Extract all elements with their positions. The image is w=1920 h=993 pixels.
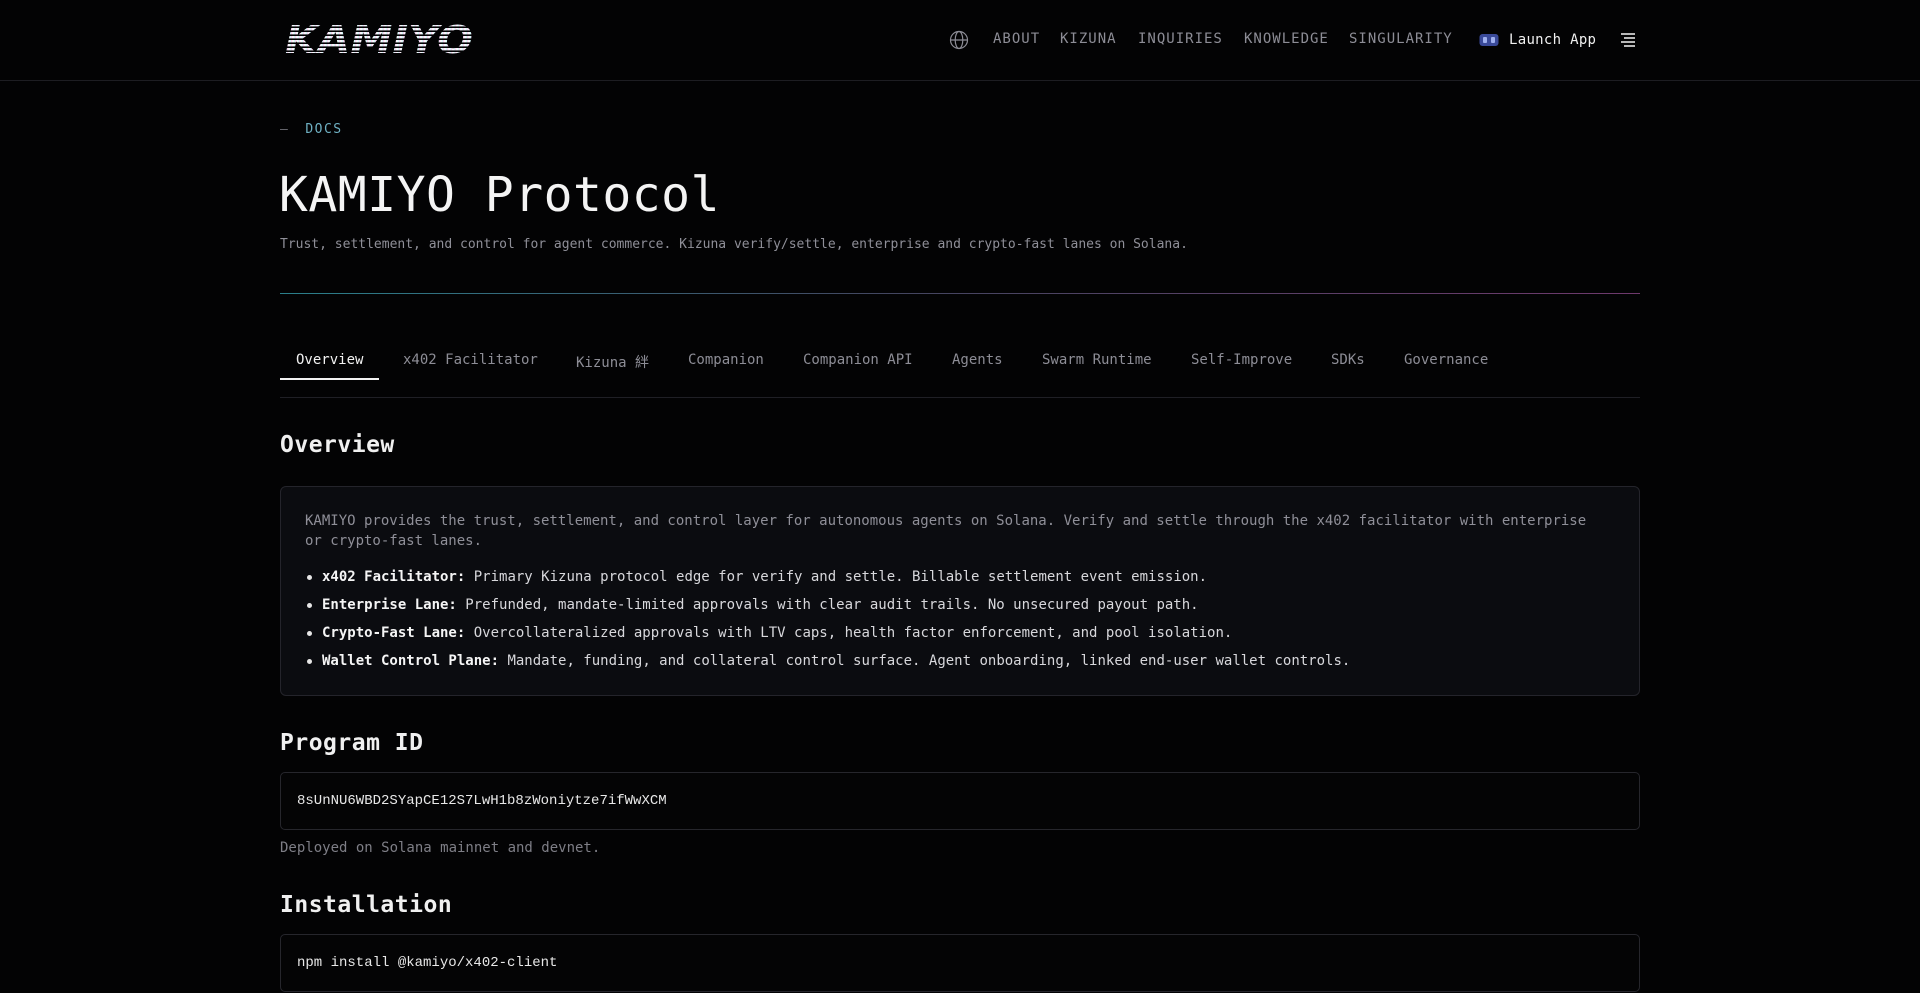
page-subtitle: Trust, settlement, and control for agent…: [280, 237, 1188, 252]
tab-governance[interactable]: Governance: [1404, 352, 1488, 368]
list-item: Crypto-Fast Lane: Overcollateralized app…: [305, 623, 1615, 651]
feature-list: x402 Facilitator: Primary Kizuna protoco…: [305, 567, 1615, 679]
feature-text: Overcollateralized approvals with LTV ca…: [473, 625, 1233, 641]
doc-tabs: Overview x402 Facilitator Kizuna 絆 Compa…: [280, 342, 1640, 398]
nav-kizuna[interactable]: KIZUNA: [1060, 31, 1117, 47]
feature-label: x402 Facilitator:: [322, 569, 466, 585]
launch-app-button[interactable]: Launch App: [1479, 29, 1596, 51]
page-title: KAMIYO Protocol: [279, 167, 720, 223]
breadcrumb-dash: —: [280, 122, 290, 137]
feature-label: Wallet Control Plane:: [322, 653, 500, 669]
gradient-divider: [280, 293, 1640, 294]
feature-text: Prefunded, mandate-limited approvals wit…: [465, 597, 1199, 613]
menu-icon[interactable]: [1619, 31, 1637, 49]
nav-knowledge[interactable]: KNOWLEDGE: [1244, 31, 1329, 47]
tab-self-improve[interactable]: Self-Improve: [1191, 352, 1292, 368]
feature-label: Enterprise Lane:: [322, 597, 457, 613]
program-id-heading: Program ID: [280, 730, 424, 756]
overview-card: KAMIYO provides the trust, settlement, a…: [280, 486, 1640, 696]
tab-x402-facilitator[interactable]: x402 Facilitator: [403, 352, 538, 368]
list-item: Enterprise Lane: Prefunded, mandate-limi…: [305, 595, 1615, 623]
overview-intro: KAMIYO provides the trust, settlement, a…: [305, 513, 1587, 549]
installation-heading: Installation: [280, 892, 453, 918]
feature-label: Crypto-Fast Lane:: [322, 625, 466, 641]
install-command-box[interactable]: npm install @kamiyo/x402-client: [280, 934, 1640, 992]
list-item: x402 Facilitator: Primary Kizuna protoco…: [305, 567, 1615, 595]
nav-about[interactable]: ABOUT: [993, 31, 1040, 47]
tab-swarm-runtime[interactable]: Swarm Runtime: [1042, 352, 1152, 368]
tab-kizuna[interactable]: Kizuna 絆: [576, 352, 649, 372]
list-item: Wallet Control Plane: Mandate, funding, …: [305, 651, 1615, 679]
feature-text: Mandate, funding, and collateral control…: [507, 653, 1351, 669]
nav-singularity[interactable]: SINGULARITY: [1349, 31, 1453, 47]
active-tab-indicator: [280, 378, 379, 380]
tab-companion[interactable]: Companion: [688, 352, 764, 368]
nav-inquiries[interactable]: INQUIRIES: [1138, 31, 1223, 47]
breadcrumb: — DOCS: [280, 122, 343, 137]
kamiyo-logo[interactable]: KAMIYO: [283, 20, 477, 58]
program-id-value[interactable]: 8sUnNU6WBD2SYapCE12S7LwH1b8zWoniytze7ifW…: [297, 793, 667, 809]
tab-sdks[interactable]: SDKs: [1331, 352, 1365, 368]
program-id-note: Deployed on Solana mainnet and devnet.: [280, 840, 601, 856]
globe-icon[interactable]: [949, 30, 969, 50]
wallet-icon: [1479, 34, 1499, 46]
breadcrumb-label[interactable]: DOCS: [305, 122, 342, 137]
launch-app-label: Launch App: [1509, 32, 1597, 48]
tab-agents[interactable]: Agents: [952, 352, 1003, 368]
overview-heading: Overview: [280, 432, 395, 458]
feature-text: Primary Kizuna protocol edge for verify …: [473, 569, 1208, 585]
svg-text:KAMIYO: KAMIYO: [285, 20, 473, 58]
program-id-box[interactable]: 8sUnNU6WBD2SYapCE12S7LwH1b8zWoniytze7ifW…: [280, 772, 1640, 830]
tab-companion-api[interactable]: Companion API: [803, 352, 913, 368]
tab-overview[interactable]: Overview: [296, 352, 363, 368]
install-command[interactable]: npm install @kamiyo/x402-client: [297, 955, 557, 971]
site-header: KAMIYO ABOUT KIZUNA INQUIRIES KNOWLEDGE …: [0, 0, 1920, 81]
